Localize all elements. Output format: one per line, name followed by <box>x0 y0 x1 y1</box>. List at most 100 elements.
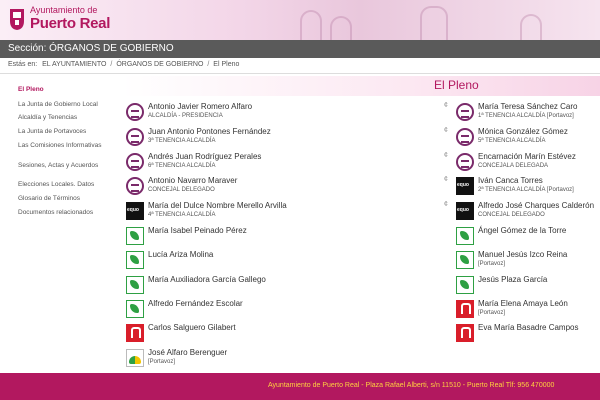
equo-logo-text: equo <box>457 207 469 213</box>
equo-logo-icon: equo <box>456 177 474 195</box>
member-item: Carlos Salguero Gilabert <box>126 323 446 345</box>
pp-logo-icon <box>126 103 144 121</box>
member-role: [Portavoz] <box>148 359 176 365</box>
member-name[interactable]: Carlos Salguero Gilabert <box>148 323 236 332</box>
page-title: El Pleno <box>434 78 479 92</box>
sidebar-item-documentos[interactable]: Documentos relacionados <box>18 209 93 216</box>
member-role: 1ª TENENCIA ALCALDÍA [Portavoz] <box>478 113 574 119</box>
member-role: [Portavoz] <box>478 261 506 267</box>
pp-logo-icon <box>456 153 474 171</box>
member-marker: ¢ <box>444 201 448 208</box>
logo-text-line1: Ayuntamiento de <box>30 5 98 15</box>
sidebar-item-comisiones[interactable]: Las Comisiones Informativas <box>18 142 101 149</box>
member-role: [Portavoz] <box>478 310 506 316</box>
member-item: equo María del Dulce Nombre Merello Arvi… <box>126 201 448 223</box>
breadcrumb-prefix: Estás en: <box>8 61 38 68</box>
member-name[interactable]: Iván Canca Torres <box>478 176 543 185</box>
member-name[interactable]: María Teresa Sánchez Caro <box>478 102 577 111</box>
crest-icon <box>10 9 24 30</box>
member-item: Juan Antonio Pontones Fernández 3ª TENEN… <box>126 127 448 149</box>
member-item: equo Iván Canca Torres 2ª TENENCIA ALCAL… <box>456 176 596 198</box>
green-logo-icon <box>456 227 474 245</box>
member-name[interactable]: María Isabel Peinado Pérez <box>148 226 247 235</box>
member-name[interactable]: María Elena Amaya León <box>478 299 568 308</box>
member-item: Jesús Plaza García <box>456 275 596 297</box>
ip-logo-icon <box>126 349 144 367</box>
header-decoration <box>300 10 322 40</box>
member-name[interactable]: Eva María Basadre Campos <box>478 323 579 332</box>
member-role: 2ª TENENCIA ALCALDÍA [Portavoz] <box>478 187 574 193</box>
member-marker: ¢ <box>444 152 448 159</box>
sidebar-item-el-pleno[interactable]: El Pleno <box>18 86 44 93</box>
member-name[interactable]: María Auxiliadora García Gallego <box>148 275 266 284</box>
member-name[interactable]: Jesús Plaza García <box>478 275 547 284</box>
breadcrumb-item-organos[interactable]: ÓRGANOS DE GOBIERNO <box>116 61 203 68</box>
breadcrumb: Estás en: EL AYUNTAMIENTO / ÓRGANOS DE G… <box>8 61 239 68</box>
member-item: Andrés Juan Rodríguez Perales 6ª TENENCI… <box>126 152 448 174</box>
member-name[interactable]: Alfredo Fernández Escolar <box>148 299 243 308</box>
site-logo[interactable]: Ayuntamiento de Puerto Real <box>8 3 128 35</box>
member-role: CONCEJAL DELEGADO <box>148 187 215 193</box>
member-item: equo Alfredo José Charques Calderón CONC… <box>456 201 596 223</box>
green-logo-icon <box>126 251 144 269</box>
site-header: Ayuntamiento de Puerto Real <box>0 0 600 40</box>
member-name[interactable]: Antonio Navarro Maraver <box>148 176 237 185</box>
pp-logo-icon <box>126 153 144 171</box>
pp-logo-icon <box>456 103 474 121</box>
psoe-logo-icon <box>126 324 144 342</box>
member-name[interactable]: Lucía Ariza Molina <box>148 250 213 259</box>
psoe-logo-icon <box>456 300 474 318</box>
equo-logo-text: equo <box>457 182 469 188</box>
member-item: Mónica González Gómez 5ª TENENCIA ALCALD… <box>456 127 596 149</box>
member-name[interactable]: Encarnación Marín Estévez <box>478 152 576 161</box>
breadcrumb-separator: / <box>207 61 210 68</box>
member-name[interactable]: Ángel Gómez de la Torre <box>478 226 566 235</box>
member-name[interactable]: Antonio Javier Romero Alfaro <box>148 102 252 111</box>
member-role: 3ª TENENCIA ALCALDÍA <box>148 138 216 144</box>
member-item: Antonio Javier Romero Alfaro ALCALDÍA - … <box>126 102 448 124</box>
header-decoration <box>420 6 448 40</box>
member-role: 5ª TENENCIA ALCALDÍA <box>478 138 546 144</box>
sidebar-item-alcaldia[interactable]: Alcaldía y Tenencias <box>18 114 77 121</box>
member-role: CONCEJALA DELEGADA <box>478 163 549 169</box>
member-item: María Elena Amaya León [Portavoz] <box>456 299 596 321</box>
member-name[interactable]: Manuel Jesús Izco Reina <box>478 250 567 259</box>
logo-text-line2: Puerto Real <box>30 15 111 32</box>
member-role: ALCALDÍA - PRESIDENCIA <box>148 113 223 119</box>
pp-logo-icon <box>126 128 144 146</box>
pp-logo-icon <box>456 128 474 146</box>
divider <box>0 73 600 74</box>
member-role: 4ª TENENCIA ALCALDÍA <box>148 212 216 218</box>
sidebar-item-glosario[interactable]: Glosario de Términos <box>18 195 80 202</box>
member-item: María Teresa Sánchez Caro 1ª TENENCIA AL… <box>456 102 596 124</box>
member-marker: ¢ <box>444 127 448 134</box>
sidebar-item-sesiones[interactable]: Sesiones, Actas y Acuerdos <box>18 162 98 169</box>
member-marker: ¢ <box>444 102 448 109</box>
member-name[interactable]: José Alfaro Berenguer <box>148 348 227 357</box>
member-marker: ¢ <box>444 176 448 183</box>
breadcrumb-item-ayuntamiento[interactable]: EL AYUNTAMIENTO <box>42 61 106 68</box>
member-name[interactable]: Alfredo José Charques Calderón <box>478 201 594 210</box>
member-name[interactable]: Mónica González Gómez <box>478 127 568 136</box>
site-footer: Ayuntamiento de Puerto Real - Plaza Rafa… <box>0 373 600 400</box>
page-title-bar: El Pleno <box>122 76 600 96</box>
section-bar: Sección: ÓRGANOS DE GOBIERNO <box>0 40 600 58</box>
member-name[interactable]: Andrés Juan Rodríguez Perales <box>148 152 261 161</box>
sidebar-item-junta-portavoces[interactable]: La Junta de Portavoces <box>18 128 86 135</box>
member-item: Ángel Gómez de la Torre <box>456 226 596 248</box>
member-item: María Isabel Peinado Pérez <box>126 226 446 248</box>
header-decoration <box>520 14 542 40</box>
member-item: Encarnación Marín Estévez CONCEJALA DELE… <box>456 152 596 174</box>
green-logo-icon <box>126 227 144 245</box>
member-name[interactable]: María del Dulce Nombre Merello Arvilla <box>148 201 287 210</box>
green-logo-icon <box>456 251 474 269</box>
member-item: María Auxiliadora García Gallego <box>126 275 446 297</box>
member-item: Eva María Basadre Campos <box>456 323 596 345</box>
breadcrumb-separator: / <box>110 61 113 68</box>
sidebar-item-junta-gobierno[interactable]: La Junta de Gobierno Local <box>18 101 98 108</box>
equo-logo-icon: equo <box>126 202 144 220</box>
member-name[interactable]: Juan Antonio Pontones Fernández <box>148 127 271 136</box>
member-role: 6ª TENENCIA ALCALDÍA <box>148 163 216 169</box>
sidebar-item-elecciones[interactable]: Elecciones Locales. Datos <box>18 181 94 188</box>
pp-logo-icon <box>126 177 144 195</box>
